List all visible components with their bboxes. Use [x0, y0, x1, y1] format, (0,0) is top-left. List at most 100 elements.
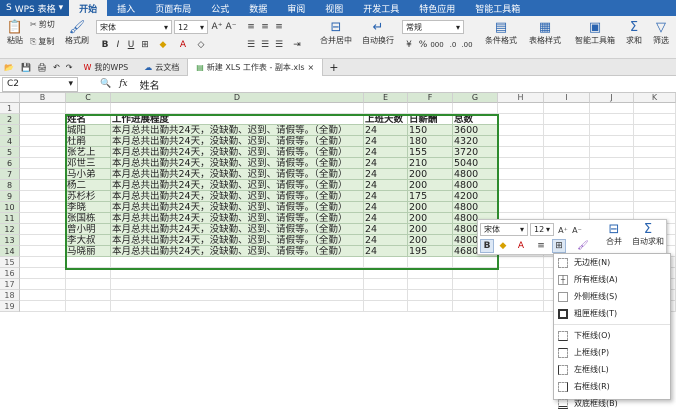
empty-cell[interactable] [498, 114, 544, 125]
column-header-j[interactable]: J [590, 93, 634, 103]
empty-cell[interactable] [590, 180, 634, 191]
tab-page-layout[interactable]: 页面布局 [145, 0, 201, 16]
increase-decimal-icon[interactable]: .0 [446, 38, 460, 52]
table-cell[interactable]: 24 [364, 235, 408, 246]
table-cell[interactable]: 杨二 [66, 180, 111, 191]
row-header[interactable]: 4 [0, 136, 20, 147]
row-header[interactable]: 1 [0, 103, 20, 114]
table-cell[interactable]: 本月总共出勤共24天，没缺勤、迟到、请假等。（全勤） [111, 235, 364, 246]
empty-cell[interactable] [20, 114, 66, 125]
table-cell[interactable]: 马晓丽 [66, 246, 111, 257]
row-header[interactable]: 11 [0, 213, 20, 224]
empty-cell[interactable] [66, 279, 111, 290]
empty-cell[interactable] [634, 125, 676, 136]
empty-cell[interactable] [498, 147, 544, 158]
empty-cell[interactable] [590, 169, 634, 180]
empty-cell[interactable] [364, 268, 408, 279]
mini-autosum-button[interactable]: Σ 自动求和 [630, 222, 666, 247]
empty-cell[interactable] [498, 136, 544, 147]
tab-view[interactable]: 视图 [315, 0, 353, 16]
empty-cell[interactable] [111, 257, 364, 268]
empty-cell[interactable] [66, 103, 111, 114]
menu-item-no-border[interactable]: 无边框(N) [554, 254, 670, 271]
table-cell[interactable]: 24 [364, 158, 408, 169]
tab-insert[interactable]: 插入 [107, 0, 145, 16]
table-header-cell[interactable]: 工作进展程度 [111, 114, 364, 125]
paste-button[interactable]: 📋 粘贴 [4, 19, 26, 46]
row-header[interactable]: 14 [0, 246, 20, 257]
align-bottom-icon[interactable]: ≡ [272, 20, 286, 34]
table-cell[interactable]: 李晓 [66, 202, 111, 213]
tab-home[interactable]: 开始 [69, 0, 108, 16]
menu-item-right-border[interactable]: 右框线(R) [554, 378, 670, 395]
row-header[interactable]: 18 [0, 290, 20, 301]
table-header-cell[interactable]: 上班天数 [364, 114, 408, 125]
table-cell[interactable]: 本月总共出勤共24天，没缺勤、迟到、请假等。（全勤） [111, 202, 364, 213]
table-cell[interactable]: 本月总共出勤共24天，没缺勤、迟到、请假等。（全勤） [111, 147, 364, 158]
new-tab-icon[interactable]: + [323, 61, 344, 74]
table-cell[interactable]: 200 [408, 169, 453, 180]
empty-cell[interactable] [364, 279, 408, 290]
empty-cell[interactable] [20, 180, 66, 191]
table-cell[interactable]: 24 [364, 169, 408, 180]
empty-cell[interactable] [408, 103, 453, 114]
mini-merge-button[interactable]: ⊟ 合并 [600, 222, 628, 247]
empty-cell[interactable] [20, 268, 66, 279]
sum-button[interactable]: Σ 求和 [623, 19, 645, 46]
app-menu-button[interactable]: S WPS 表格 ▾ [0, 0, 70, 16]
save-icon[interactable]: 💾 [18, 63, 34, 72]
empty-cell[interactable] [634, 103, 676, 114]
format-painter-button[interactable]: 🖌 格式刷 [63, 19, 91, 46]
table-style-button[interactable]: ▦ 表格样式 [525, 19, 565, 46]
clear-format-icon[interactable]: ◇ [194, 38, 208, 52]
cut-button[interactable]: ✂ 剪切 [30, 19, 55, 30]
table-cell[interactable]: 苏杉杉 [66, 191, 111, 202]
empty-cell[interactable] [498, 169, 544, 180]
table-cell[interactable]: 本月总共出勤共24天，没缺勤、迟到、请假等。（全勤） [111, 136, 364, 147]
mini-font-shrink-icon[interactable]: A⁻ [570, 223, 584, 237]
empty-cell[interactable] [634, 202, 676, 213]
wrap-text-button[interactable]: ↵ 自动换行 [358, 19, 398, 46]
table-cell[interactable]: 曾小明 [66, 224, 111, 235]
empty-cell[interactable] [20, 213, 66, 224]
tab-data[interactable]: 数据 [239, 0, 277, 16]
italic-icon[interactable]: I [111, 38, 125, 52]
column-header-d[interactable]: D [111, 93, 364, 103]
row-header[interactable]: 8 [0, 180, 20, 191]
fill-color-icon[interactable]: ◆ [156, 38, 170, 52]
empty-cell[interactable] [20, 103, 66, 114]
table-cell[interactable]: 李大叔 [66, 235, 111, 246]
empty-cell[interactable] [364, 290, 408, 301]
row-header[interactable]: 17 [0, 279, 20, 290]
table-cell[interactable]: 本月总共出勤共24天，没缺勤、迟到、请假等。（全勤） [111, 125, 364, 136]
empty-cell[interactable] [20, 290, 66, 301]
empty-cell[interactable] [590, 103, 634, 114]
empty-cell[interactable] [408, 268, 453, 279]
empty-cell[interactable] [111, 290, 364, 301]
align-center-icon[interactable]: ☰ [258, 38, 272, 52]
menu-item-bottom-border[interactable]: 下框线(O) [554, 327, 670, 344]
font-name-select[interactable]: 宋体 ▾ [96, 20, 172, 34]
empty-cell[interactable] [364, 301, 408, 312]
empty-cell[interactable] [498, 158, 544, 169]
empty-cell[interactable] [498, 257, 544, 268]
tab-formulas[interactable]: 公式 [201, 0, 239, 16]
table-cell[interactable]: 155 [408, 147, 453, 158]
table-cell[interactable]: 24 [364, 191, 408, 202]
table-cell[interactable]: 175 [408, 191, 453, 202]
tab-features[interactable]: 特色应用 [409, 0, 465, 16]
empty-cell[interactable] [544, 158, 590, 169]
empty-cell[interactable] [498, 268, 544, 279]
menu-item-all-borders[interactable]: ┼ 所有框线(A) [554, 271, 670, 288]
table-cell[interactable]: 城阳 [66, 125, 111, 136]
font-shrink-icon[interactable]: A⁻ [224, 20, 238, 34]
empty-cell[interactable] [590, 114, 634, 125]
mini-font-size-select[interactable]: 12 ▾ [530, 223, 554, 236]
mini-font-color-icon[interactable]: A [514, 239, 528, 253]
empty-cell[interactable] [20, 147, 66, 158]
table-cell[interactable]: 本月总共出勤共24天，没缺勤、迟到、请假等。（全勤） [111, 158, 364, 169]
empty-cell[interactable] [544, 180, 590, 191]
empty-cell[interactable] [20, 246, 66, 257]
empty-cell[interactable] [634, 114, 676, 125]
empty-cell[interactable] [590, 202, 634, 213]
